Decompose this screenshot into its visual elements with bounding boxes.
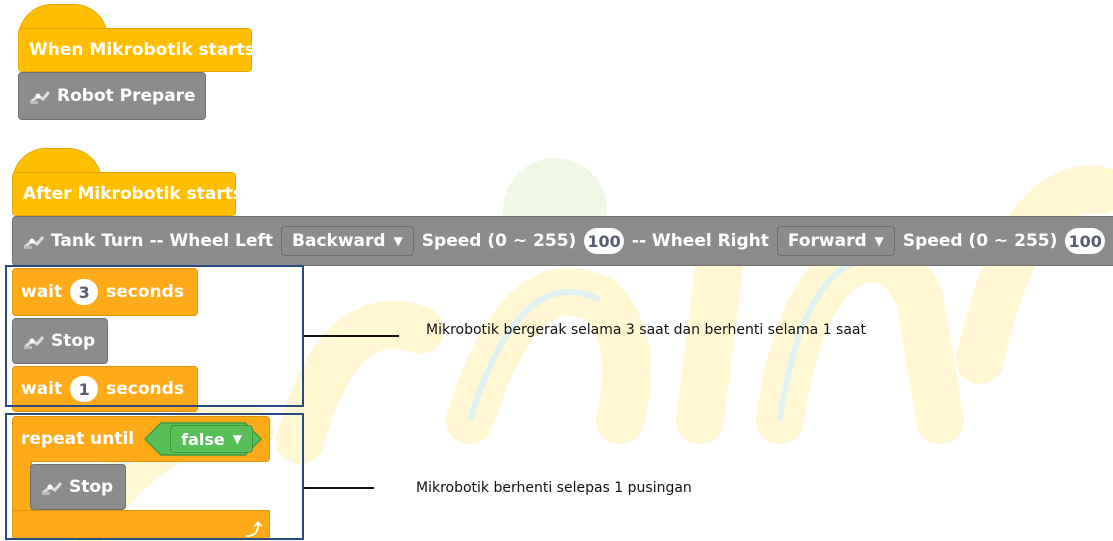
- left-wheel-direction-dropdown[interactable]: Backward ▼: [281, 226, 414, 256]
- tank-turn-label: Tank Turn -- Wheel Left: [51, 231, 274, 251]
- left-speed-label: Speed (0 ~ 255): [421, 231, 577, 251]
- annotation-note-1: Mikrobotik bergerak selama 3 saat dan be…: [426, 322, 867, 338]
- right-wheel-label: -- Wheel Right: [631, 231, 769, 251]
- after-start-label: After Mikrobotik starts: [23, 184, 243, 204]
- robot-arm-icon: [30, 91, 51, 104]
- left-direction-value: Backward: [292, 231, 386, 251]
- after-mikrobotik-starts-block[interactable]: After Mikrobotik starts: [12, 172, 243, 216]
- right-direction-value: Forward: [787, 231, 867, 251]
- when-mikrobotik-starts-block[interactable]: When Mikrobotik starts: [18, 28, 255, 72]
- robot-arm-icon: [24, 236, 45, 249]
- leader-line-2: [304, 487, 374, 489]
- left-speed-input[interactable]: 100: [584, 228, 624, 254]
- caret-down-icon: ▼: [393, 234, 403, 248]
- right-speed-input[interactable]: 100: [1065, 228, 1105, 254]
- leader-line-1: [304, 335, 399, 337]
- right-wheel-direction-dropdown[interactable]: Forward ▼: [776, 226, 895, 256]
- annotation-note-2: Mikrobotik berhenti selepas 1 pusingan: [416, 480, 692, 496]
- right-speed-label: Speed (0 ~ 255): [902, 231, 1058, 251]
- annotation-frame-2: [5, 413, 304, 540]
- robot-prepare-label: Robot Prepare: [57, 86, 196, 106]
- robot-prepare-block[interactable]: Robot Prepare: [18, 72, 206, 120]
- when-start-label: When Mikrobotik starts: [29, 40, 255, 60]
- caret-down-icon: ▼: [874, 234, 884, 248]
- annotation-frame-1: [5, 265, 304, 407]
- tank-turn-block[interactable]: Tank Turn -- Wheel Left Backward ▼ Speed…: [12, 216, 1113, 266]
